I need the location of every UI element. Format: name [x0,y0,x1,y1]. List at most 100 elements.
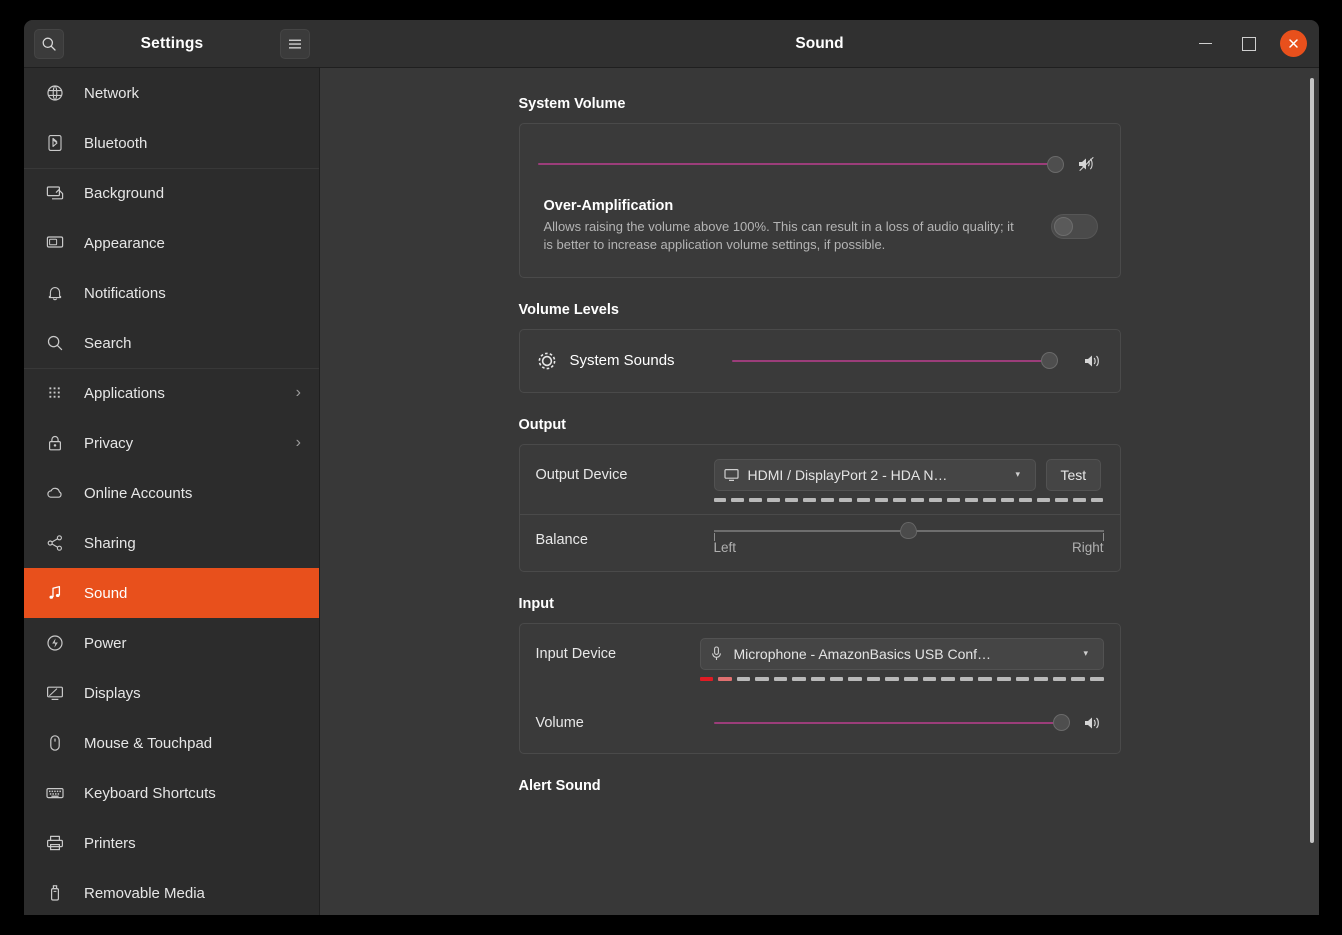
printer-icon [46,834,64,852]
chevron-down-icon: ▾ [1016,469,1026,480]
sidebar-item-label: Mouse & Touchpad [84,735,301,752]
sidebar-item-sharing[interactable]: Sharing [24,518,319,568]
system-volume-handle[interactable] [1047,156,1064,173]
system-volume-slider[interactable] [538,154,1062,174]
main-titlebar: Sound [320,20,1319,68]
input-heading: Input [519,596,1121,612]
cloud-icon [46,484,64,502]
music-note-icon [46,584,64,602]
meter-segment [875,498,888,502]
over-amplification-description: Allows raising the volume above 100%. Th… [544,218,1024,255]
meter-segment [1016,677,1030,681]
sidebar-item-label: Privacy [84,435,276,452]
over-amplification-row: Over-Amplification Allows raising the vo… [520,198,1120,277]
input-volume-row: Volume [520,693,1120,753]
output-device-dropdown[interactable]: HDMI / DisplayPort 2 - HDA N… ▾ [714,459,1036,491]
page-title: Sound [320,35,1319,53]
meter-segment [960,677,974,681]
system-sounds-track [732,360,1056,363]
sidebar-item-bluetooth[interactable]: Bluetooth [24,118,319,168]
sidebar-item-power[interactable]: Power [24,618,319,668]
test-button[interactable]: Test [1046,459,1102,491]
sidebar-item-displays[interactable]: Displays [24,668,319,718]
sidebar-item-search[interactable]: Search [24,318,319,368]
chevron-down-icon: ▾ [1084,648,1094,659]
input-device-dropdown[interactable]: Microphone - AmazonBasics USB Conf… ▾ [700,638,1104,670]
display-icon [46,684,64,702]
meter-segment [848,677,862,681]
sidebar-item-label: Network [84,85,301,102]
stream-name: System Sounds [570,352,720,369]
input-volume-slider[interactable] [714,713,1068,733]
balance-row: Balance Left Right [520,514,1120,571]
meter-segment [929,498,942,502]
background-icon [46,184,64,202]
meter-segment [1037,498,1050,502]
maximize-button[interactable] [1236,31,1262,57]
sidebar-item-sound[interactable]: Sound [24,568,319,618]
system-sounds-handle[interactable] [1041,352,1058,369]
sidebar-item-network[interactable]: Network [24,68,319,118]
input-volume-handle[interactable] [1053,714,1070,731]
input-volume-label: Volume [536,715,714,731]
sidebar-item-online-accounts[interactable]: Online Accounts [24,468,319,518]
over-amplification-toggle[interactable] [1051,214,1098,239]
content-scrollbar[interactable] [1310,78,1314,843]
system-volume-row [520,124,1120,198]
hamburger-menu-icon [287,37,303,51]
globe-icon [46,84,64,102]
search-icon [41,36,57,52]
input-level-meter [700,677,1104,681]
output-card: Output Device [519,444,1121,572]
close-button[interactable] [1280,30,1307,57]
minimize-button[interactable] [1192,31,1218,57]
sidebar-item-mouse-touchpad[interactable]: Mouse & Touchpad [24,718,319,768]
meter-segment [911,498,924,502]
sidebar-item-label: Notifications [84,285,301,302]
bell-icon [46,284,64,302]
sound-settings-panel: System Volume [320,68,1319,915]
chevron-right-icon: › [296,384,301,402]
input-device-value: Microphone - AmazonBasics USB Conf… [734,646,1076,662]
search-button[interactable] [34,29,64,59]
window-controls [1192,30,1307,57]
settings-sidebar[interactable]: Network Bluetooth Background Appearance … [24,68,320,915]
output-device-row: Output Device [520,445,1120,514]
meter-segment [811,677,825,681]
volume-levels-heading: Volume Levels [519,302,1121,318]
meter-segment [792,677,806,681]
sidebar-item-privacy[interactable]: Privacy› [24,418,319,468]
output-device-value: HDMI / DisplayPort 2 - HDA N… [748,467,1008,483]
sidebar-item-appearance[interactable]: Appearance [24,218,319,268]
meter-segment [1034,677,1048,681]
sidebar-item-keyboard-shortcuts[interactable]: Keyboard Shortcuts [24,768,319,818]
system-volume-track [538,163,1062,166]
sidebar-item-applications[interactable]: Applications› [24,368,319,418]
globe-icon [46,84,64,102]
main-menu-button[interactable] [280,29,310,59]
app-title: Settings [24,35,320,53]
mouse-icon [46,734,64,752]
sidebar-item-printers[interactable]: Printers [24,818,319,868]
sidebar-item-background[interactable]: Background [24,168,319,218]
sidebar-item-label: Displays [84,685,301,702]
meter-segment [718,677,732,681]
system-sounds-slider[interactable] [732,351,1056,371]
output-heading: Output [519,417,1121,433]
meter-segment [700,677,714,681]
sidebar-item-removable-media[interactable]: Removable Media [24,868,319,915]
meter-segment [1090,677,1104,681]
sidebar-item-label: Appearance [84,235,301,252]
keyboard-icon [46,784,64,802]
sidebar-item-notifications[interactable]: Notifications [24,268,319,318]
gear-icon [536,350,558,372]
power-icon [46,634,64,652]
meter-segment [767,498,780,502]
lock-icon [46,434,64,452]
background-icon [46,184,64,202]
keyboard-icon [46,784,64,802]
sidebar-item-label: Online Accounts [84,485,301,502]
bluetooth-icon [46,134,64,152]
speaker-muted-icon [1076,156,1098,172]
meter-segment [755,677,769,681]
